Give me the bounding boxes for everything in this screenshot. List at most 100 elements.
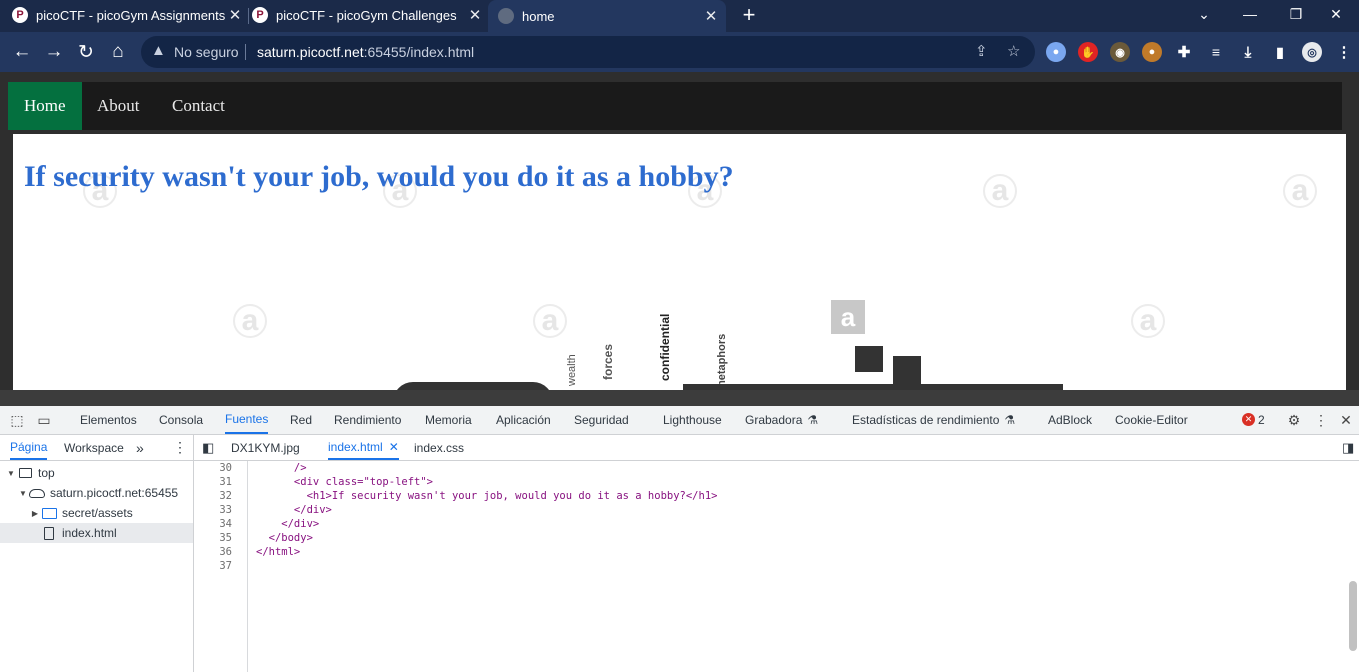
- devtools-menu-kebab-icon[interactable]: ⋮: [1312, 411, 1330, 429]
- devtools-tab-estadisticas[interactable]: Estadísticas de rendimiento ⚗: [852, 406, 1015, 434]
- share-icon[interactable]: ⇪: [975, 42, 988, 60]
- watermark-icon: a: [983, 174, 1017, 208]
- menu-kebab-icon[interactable]: ⋮: [1334, 42, 1354, 62]
- web-page: Home About Contact a a a a a a a a a wea…: [0, 72, 1359, 390]
- toggle-debugger-icon[interactable]: ◨: [1342, 435, 1354, 460]
- url-text[interactable]: saturn.picoctf.net:65455/index.html: [257, 44, 474, 60]
- line-number: 35: [219, 532, 232, 544]
- close-tab-icon[interactable]: ✕: [466, 6, 484, 24]
- forward-arrow-icon[interactable]: →: [40, 38, 68, 66]
- editor-tab-dx1kym[interactable]: DX1KYM.jpg: [231, 435, 300, 460]
- error-count[interactable]: 2: [1258, 413, 1265, 427]
- inspect-element-icon[interactable]: ⬚: [8, 411, 26, 429]
- lens-extension-icon[interactable]: ●: [1046, 42, 1066, 62]
- devtools-tab-lighthouse[interactable]: Lighthouse: [663, 406, 722, 434]
- browser-tab-assignments[interactable]: P picoCTF - picoGym Assignments ✕: [12, 0, 244, 30]
- browser-tab-title: home: [522, 8, 555, 24]
- devtools-tab-fuentes[interactable]: Fuentes: [225, 406, 269, 434]
- warning-triangle-icon[interactable]: ▲: [151, 42, 166, 59]
- image-word: forces: [601, 343, 615, 380]
- reload-icon[interactable]: ↻: [72, 38, 100, 66]
- tree-item-secret-assets[interactable]: ▶ secret/assets: [0, 503, 193, 523]
- settings-gear-icon[interactable]: ⚙: [1285, 411, 1303, 429]
- nav-link-contact[interactable]: Contact: [156, 82, 241, 130]
- expand-triangle-icon[interactable]: ▼: [6, 469, 16, 478]
- image-block: [393, 382, 553, 390]
- close-editor-tab-icon[interactable]: ✕: [389, 440, 399, 454]
- navigator-tab-pagina[interactable]: Página: [10, 435, 48, 460]
- more-tabs-chevron-icon[interactable]: »: [136, 435, 144, 460]
- file-icon: [40, 526, 58, 540]
- stock-logo-icon: a: [831, 300, 865, 334]
- devtools-tab-memoria[interactable]: Memoria: [425, 406, 472, 434]
- profile-avatar-icon[interactable]: ◎: [1302, 42, 1322, 62]
- side-panel-icon[interactable]: ▮: [1270, 42, 1290, 62]
- address-bar[interactable]: ▲ No seguro saturn.picoctf.net:65455/ind…: [141, 36, 1035, 68]
- navigator-tab-workspace[interactable]: Workspace: [64, 435, 124, 460]
- editor-tab-index-css[interactable]: index.css: [414, 435, 464, 460]
- close-tab-icon[interactable]: ✕: [702, 7, 720, 25]
- close-window-button[interactable]: ✕: [1313, 0, 1359, 28]
- error-icon[interactable]: ✕: [1242, 413, 1255, 426]
- devtools-tab-adblock[interactable]: AdBlock: [1048, 406, 1092, 434]
- devtools-tab-cookie-editor[interactable]: Cookie-Editor: [1115, 406, 1188, 434]
- navigator-menu-kebab-icon[interactable]: ⋮: [173, 435, 187, 460]
- nav-link-about[interactable]: About: [81, 82, 156, 130]
- browser-tab-home[interactable]: home ✕: [488, 0, 726, 32]
- tab-separator: [248, 8, 249, 24]
- tree-item-origin[interactable]: ▼ saturn.picoctf.net:65455: [0, 483, 193, 503]
- browser-toolbar: ← → ↻ ⌂ ▲ No seguro saturn.picoctf.net:6…: [0, 32, 1359, 72]
- browser-tab-challenges[interactable]: P picoCTF - picoGym Challenges ✕: [252, 0, 484, 30]
- cloud-icon: [28, 486, 46, 500]
- code-line: <div class="top-left">: [256, 476, 434, 488]
- tab-search-chevron-icon[interactable]: ⌄: [1181, 0, 1227, 28]
- adblock-extension-icon[interactable]: ✋: [1078, 42, 1098, 62]
- new-tab-button[interactable]: +: [737, 3, 761, 27]
- devtools-tab-consola[interactable]: Consola: [159, 406, 203, 434]
- nav-link-home[interactable]: Home: [8, 82, 82, 130]
- toggle-navigator-icon[interactable]: ◧: [202, 435, 214, 460]
- security-label[interactable]: No seguro: [174, 44, 239, 60]
- editor-scrollbar[interactable]: [1349, 581, 1357, 651]
- collapse-triangle-icon[interactable]: ▶: [30, 509, 40, 518]
- puzzle-extensions-icon[interactable]: ✚: [1174, 42, 1194, 62]
- line-number: 30: [219, 462, 232, 474]
- devtools-tab-elementos[interactable]: Elementos: [80, 406, 137, 434]
- home-icon[interactable]: ⌂: [104, 38, 132, 66]
- close-tab-icon[interactable]: ✕: [226, 6, 244, 24]
- cookie-extension-icon[interactable]: ●: [1142, 42, 1162, 62]
- minimize-button[interactable]: —: [1227, 0, 1273, 28]
- bookmark-star-icon[interactable]: ☆: [1007, 42, 1020, 60]
- devtools-tab-red[interactable]: Red: [290, 406, 312, 434]
- tree-item-top[interactable]: ▼ top: [0, 463, 193, 483]
- code-editor[interactable]: 30 31 32 33 34 35 36 37 /> <div class="t…: [194, 461, 1359, 672]
- back-arrow-icon[interactable]: ←: [8, 38, 36, 66]
- line-number: 34: [219, 518, 232, 530]
- frame-icon: [16, 466, 34, 480]
- browser-tab-title: picoCTF - picoGym Challenges: [276, 7, 457, 23]
- devtools-tab-aplicacion[interactable]: Aplicación: [496, 406, 551, 434]
- devtools-tab-seguridad[interactable]: Seguridad: [574, 406, 629, 434]
- flask-icon: ⚗: [807, 413, 819, 427]
- line-number: 33: [219, 504, 232, 516]
- devtools-panel: ⬚ ▭ Elementos Consola Fuentes Red Rendim…: [0, 390, 1359, 672]
- flask-icon: ⚗: [1004, 413, 1016, 427]
- tree-item-index-html[interactable]: index.html: [0, 523, 193, 543]
- expand-triangle-icon[interactable]: ▼: [18, 489, 28, 498]
- devtools-tab-rendimiento[interactable]: Rendimiento: [334, 406, 401, 434]
- omnibox-divider: [245, 44, 246, 60]
- line-number: 31: [219, 476, 232, 488]
- editor-tab-index-html[interactable]: index.html ✕: [328, 435, 399, 460]
- download-icon[interactable]: ⤓: [1238, 42, 1258, 62]
- close-devtools-icon[interactable]: ✕: [1337, 411, 1355, 429]
- image-word: wealth: [566, 354, 578, 386]
- code-line: </div>: [256, 518, 320, 530]
- spy-extension-icon[interactable]: ◉: [1110, 42, 1130, 62]
- code-line: </html>: [256, 546, 301, 558]
- code-line: </div>: [256, 504, 332, 516]
- hero-image-area: a a a a a a a a a wealth forces confiden…: [13, 134, 1346, 390]
- media-control-icon[interactable]: ≡: [1206, 42, 1226, 62]
- devtools-tab-grabadora[interactable]: Grabadora ⚗: [745, 406, 818, 434]
- device-toolbar-icon[interactable]: ▭: [35, 411, 53, 429]
- devtools-resize-handle[interactable]: [0, 390, 1359, 406]
